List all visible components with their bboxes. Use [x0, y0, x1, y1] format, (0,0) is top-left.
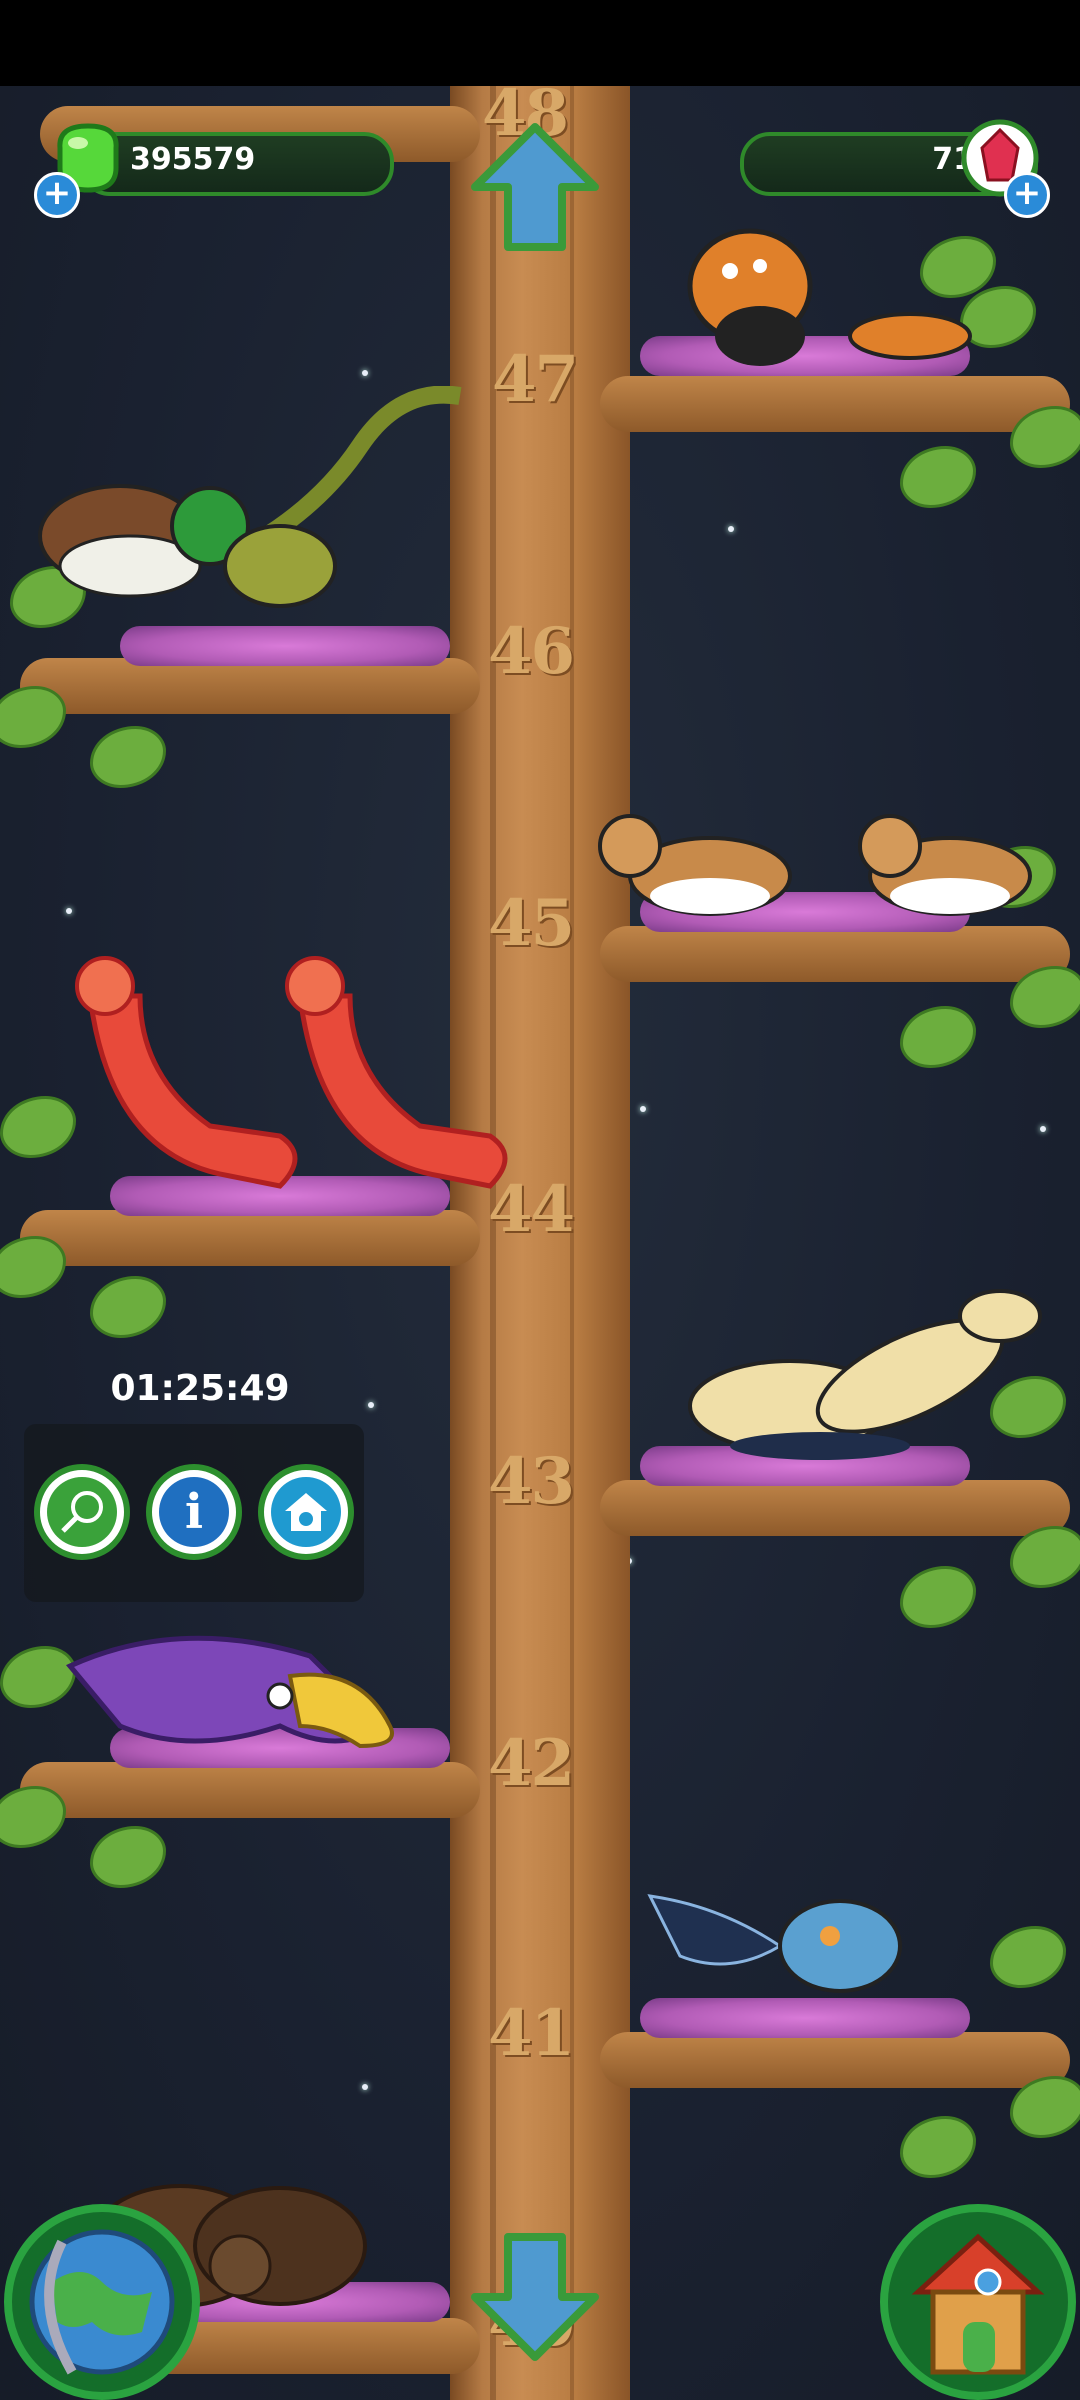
star: [362, 2084, 368, 2090]
up-arrow-icon[interactable]: [470, 122, 600, 252]
leaf: [900, 1566, 976, 1628]
leaf: [900, 2116, 976, 2178]
branch-41: [600, 2032, 1070, 2088]
tree-scene[interactable]: 48 47 46 45 44 43 42 41 01:25:49 i: [0, 86, 1080, 2400]
globe-button[interactable]: [4, 2204, 200, 2400]
floor-number-42: 42: [488, 1726, 575, 1801]
down-arrow-icon[interactable]: [470, 2232, 600, 2362]
purple-manta[interactable]: [60, 1616, 410, 1766]
branch-43: [600, 1480, 1070, 1536]
timer-label: 01:25:49: [110, 1368, 290, 1409]
floor-number-47: 47: [492, 342, 579, 417]
lobster[interactable]: [50, 956, 540, 1216]
leaf: [90, 1276, 166, 1338]
home-button[interactable]: [880, 2204, 1076, 2400]
leaf: [90, 1826, 166, 1888]
add-gems-button[interactable]: +: [1004, 172, 1050, 218]
leaf: [990, 1926, 1066, 1988]
shelter-button[interactable]: [258, 1464, 354, 1560]
floor-number-41: 41: [488, 1996, 575, 2071]
leaf: [90, 726, 166, 788]
add-coins-button[interactable]: +: [34, 172, 80, 218]
corgi[interactable]: [590, 786, 1070, 936]
floor-number-46: 46: [488, 614, 575, 689]
shelter-icon: [271, 1477, 341, 1547]
star: [1040, 1126, 1046, 1132]
branch-46: [20, 658, 480, 714]
net-button[interactable]: [34, 1464, 130, 1560]
branch-44: [20, 1210, 480, 1266]
duck-and-raptor[interactable]: [20, 386, 470, 646]
animal-action-popup: i: [24, 1424, 364, 1602]
info-button[interactable]: i: [146, 1464, 242, 1560]
coin-count: 395579: [130, 142, 256, 177]
floor-number-43: 43: [488, 1444, 575, 1519]
info-icon: i: [159, 1477, 229, 1547]
globe-icon: [29, 2229, 175, 2375]
star: [728, 526, 734, 532]
house-icon: [911, 2233, 1045, 2375]
leaf: [0, 686, 66, 748]
leaf: [0, 1786, 66, 1848]
leaf: [900, 446, 976, 508]
star: [66, 908, 72, 914]
butterfly-blue[interactable]: [640, 1886, 940, 2016]
star: [362, 370, 368, 376]
camel-platypus[interactable]: [670, 1276, 1050, 1476]
floor-number-45: 45: [488, 886, 575, 961]
leaf: [900, 1006, 976, 1068]
net-icon: [47, 1477, 117, 1547]
branch-42: [20, 1762, 480, 1818]
system-status-bar: [0, 0, 1080, 86]
butterfly-orange[interactable]: [680, 226, 980, 376]
leaf: [0, 1236, 66, 1298]
star: [640, 1106, 646, 1112]
branch-47: [600, 376, 1070, 432]
